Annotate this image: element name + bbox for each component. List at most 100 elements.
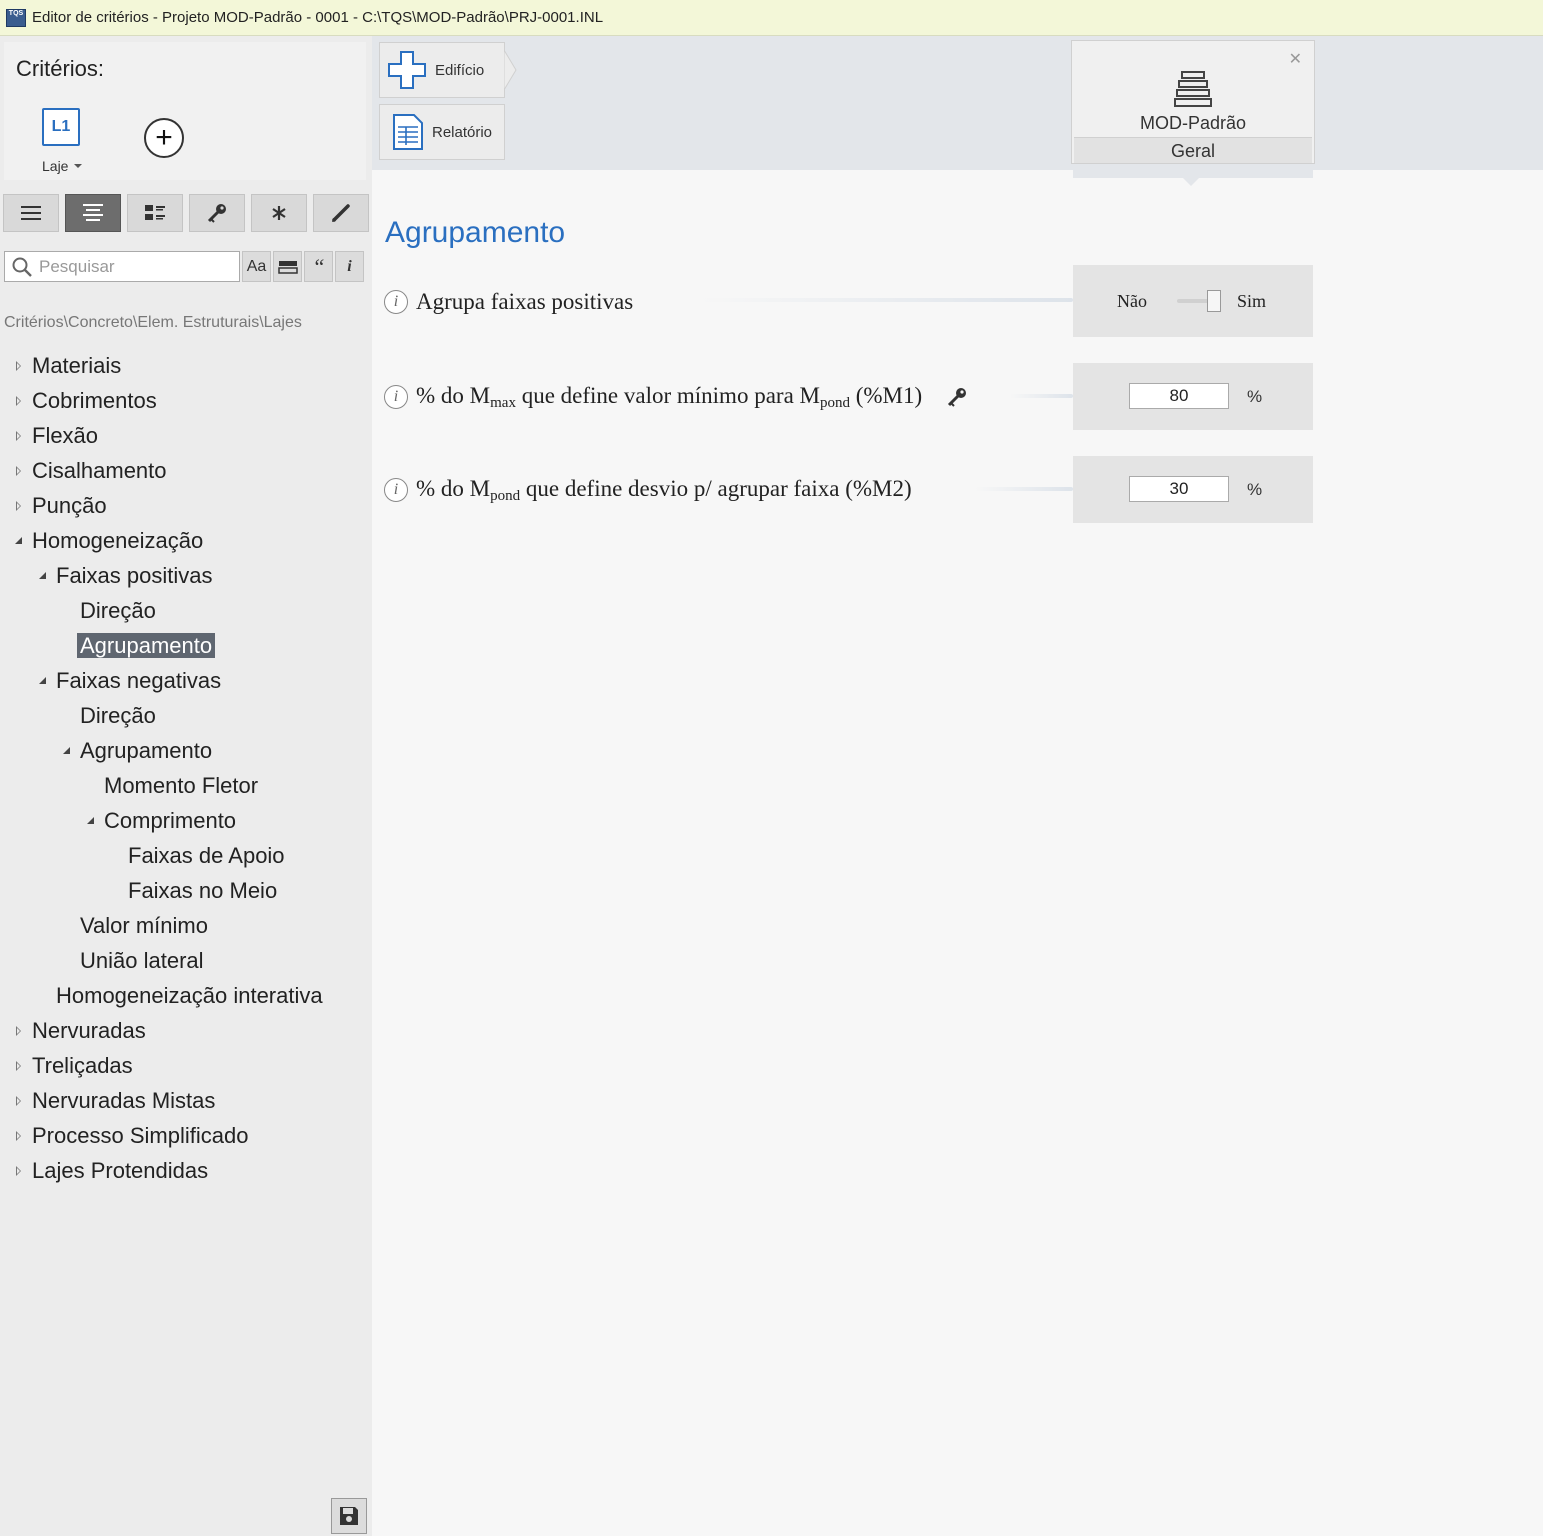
- tree-item-label: Nervuradas Mistas: [32, 1088, 216, 1113]
- info-icon[interactable]: i: [384, 478, 408, 502]
- tree-item[interactable]: Homogeneização: [15, 525, 203, 557]
- collapsed-arrow-icon[interactable]: [14, 1050, 28, 1082]
- model-pointer: [1181, 176, 1201, 186]
- collapsed-arrow-icon[interactable]: [14, 385, 28, 417]
- tree-item-label: Punção: [32, 493, 107, 518]
- tree-item[interactable]: Cobrimentos: [16, 385, 157, 417]
- expanded-arrow-icon[interactable]: [38, 560, 52, 592]
- edit-button[interactable]: [313, 194, 369, 232]
- search-input[interactable]: [39, 256, 235, 277]
- search-info-button[interactable]: i: [335, 251, 364, 282]
- m1-input[interactable]: [1129, 383, 1229, 409]
- criteria-title: Critérios:: [16, 56, 105, 81]
- tree-item[interactable]: Faixas negativas: [39, 665, 222, 697]
- search-quotes-button[interactable]: “: [304, 251, 333, 282]
- tree-item[interactable]: Faixas positivas: [39, 560, 213, 592]
- modified-filter-button[interactable]: [251, 194, 307, 232]
- expanded-arrow-icon[interactable]: [62, 735, 76, 767]
- tree-item[interactable]: Agrupamento: [63, 735, 213, 767]
- tree-item[interactable]: Processo Simplificado: [16, 1120, 249, 1152]
- building-button[interactable]: Edifício: [379, 42, 505, 98]
- key-filter-button[interactable]: [189, 194, 245, 232]
- tree-item[interactable]: Nervuradas Mistas: [16, 1085, 216, 1117]
- prop-row-m1: i % do Mmax que define valor mínimo para…: [384, 377, 968, 417]
- tree-item[interactable]: Treliçadas: [16, 1050, 133, 1082]
- breadcrumb: Critérios\Concreto\Elem. Estruturais\Laj…: [4, 314, 302, 331]
- toggle-off-label: Não: [1117, 291, 1147, 311]
- grid-list-icon: [145, 205, 165, 220]
- tree-item[interactable]: Homogeneização interativa: [56, 980, 323, 1012]
- collapsed-arrow-icon[interactable]: [14, 1155, 28, 1187]
- tree-item-label: Faixas negativas: [56, 668, 222, 693]
- tree-item-label: Agrupamento: [80, 738, 213, 763]
- info-icon[interactable]: i: [384, 385, 408, 409]
- collapsed-arrow-icon[interactable]: [14, 490, 28, 522]
- tree-item-label: Nervuradas: [32, 1018, 146, 1043]
- tree-item[interactable]: Comprimento: [87, 805, 237, 837]
- expanded-arrow-icon[interactable]: [86, 805, 100, 837]
- collapsed-arrow-icon[interactable]: [14, 350, 28, 382]
- tree-item-label: Treliçadas: [32, 1053, 133, 1078]
- grid-view-button[interactable]: [127, 194, 183, 232]
- window-title: Editor de critérios - Projeto MOD-Padrão…: [32, 9, 604, 26]
- tree-item[interactable]: Direção: [80, 595, 156, 627]
- slab-icon: L1: [42, 108, 80, 146]
- collapsed-arrow-icon[interactable]: [14, 1085, 28, 1117]
- m2-input[interactable]: [1129, 476, 1229, 502]
- app-icon: TQS: [6, 8, 26, 27]
- asterisk-icon: [272, 206, 286, 220]
- expanded-arrow-icon[interactable]: [14, 525, 28, 557]
- report-button[interactable]: Relatório: [379, 104, 505, 160]
- prop-label: % do Mmax que define valor mínimo para M…: [416, 382, 923, 411]
- info-icon[interactable]: i: [384, 290, 408, 314]
- tree-item[interactable]: Cisalhamento: [16, 455, 167, 487]
- tree-item[interactable]: Flexão: [16, 420, 98, 452]
- tree-item-label: União lateral: [80, 948, 204, 973]
- tree-item[interactable]: Valor mínimo: [80, 910, 208, 942]
- collapsed-arrow-icon[interactable]: [14, 1120, 28, 1152]
- save-button[interactable]: [331, 1498, 367, 1534]
- tree-item-label: Momento Fletor: [104, 773, 259, 798]
- element-label: Laje: [42, 158, 69, 174]
- model-card[interactable]: ✕ MOD-Padrão Geral: [1071, 40, 1315, 164]
- tree-item-label: Comprimento: [104, 808, 237, 833]
- tree-item-label: Faixas de Apoio: [128, 843, 285, 868]
- toggle-thumb[interactable]: [1207, 290, 1221, 312]
- element-selector-button[interactable]: L1 Laje: [38, 108, 92, 180]
- tree-item[interactable]: Materiais: [16, 350, 121, 382]
- collapsed-arrow-icon[interactable]: [14, 420, 28, 452]
- search-icon: [12, 257, 32, 277]
- match-whole-button[interactable]: [273, 251, 302, 282]
- model-tab-general[interactable]: Geral: [1074, 137, 1312, 163]
- row-leader: [1010, 394, 1073, 398]
- tree-item[interactable]: Faixas de Apoio: [128, 840, 285, 872]
- list-view-button[interactable]: [3, 194, 59, 232]
- tree-item[interactable]: Punção: [16, 490, 107, 522]
- collapsed-arrow-icon[interactable]: [14, 455, 28, 487]
- tree-item[interactable]: Faixas no Meio: [128, 875, 277, 907]
- compact-view-button[interactable]: [65, 194, 121, 232]
- caret-down-icon: [74, 164, 82, 168]
- top-toolbar-area: [372, 36, 1543, 170]
- tree-item[interactable]: União lateral: [80, 945, 204, 977]
- tree-item[interactable]: Agrupamento: [77, 630, 216, 662]
- collapsed-arrow-icon[interactable]: [14, 1015, 28, 1047]
- report-icon: [393, 114, 423, 150]
- add-criteria-button[interactable]: +: [144, 118, 184, 158]
- tree-item[interactable]: Momento Fletor: [104, 770, 258, 802]
- key-icon: [207, 204, 226, 223]
- tree-item-label: Faixas positivas: [56, 563, 213, 588]
- tree-item[interactable]: Direção: [80, 700, 156, 732]
- toggle-on-label: Sim: [1237, 291, 1267, 311]
- prop-row-m2: i % do Mpond que define desvio p/ agrupa…: [384, 470, 912, 510]
- close-icon[interactable]: ✕: [1289, 49, 1302, 69]
- match-case-button[interactable]: Aa: [242, 251, 271, 282]
- tree-item-label: Cobrimentos: [32, 388, 157, 413]
- view-toolbar: [3, 194, 369, 232]
- plus-cross-icon: [388, 51, 426, 89]
- criteria-box: Critérios: L1 Laje +: [4, 42, 366, 180]
- expanded-arrow-icon[interactable]: [38, 665, 52, 697]
- tree-item[interactable]: Nervuradas: [16, 1015, 146, 1047]
- tree-item[interactable]: Lajes Protendidas: [16, 1155, 208, 1187]
- tree-item-label: Processo Simplificado: [32, 1123, 249, 1148]
